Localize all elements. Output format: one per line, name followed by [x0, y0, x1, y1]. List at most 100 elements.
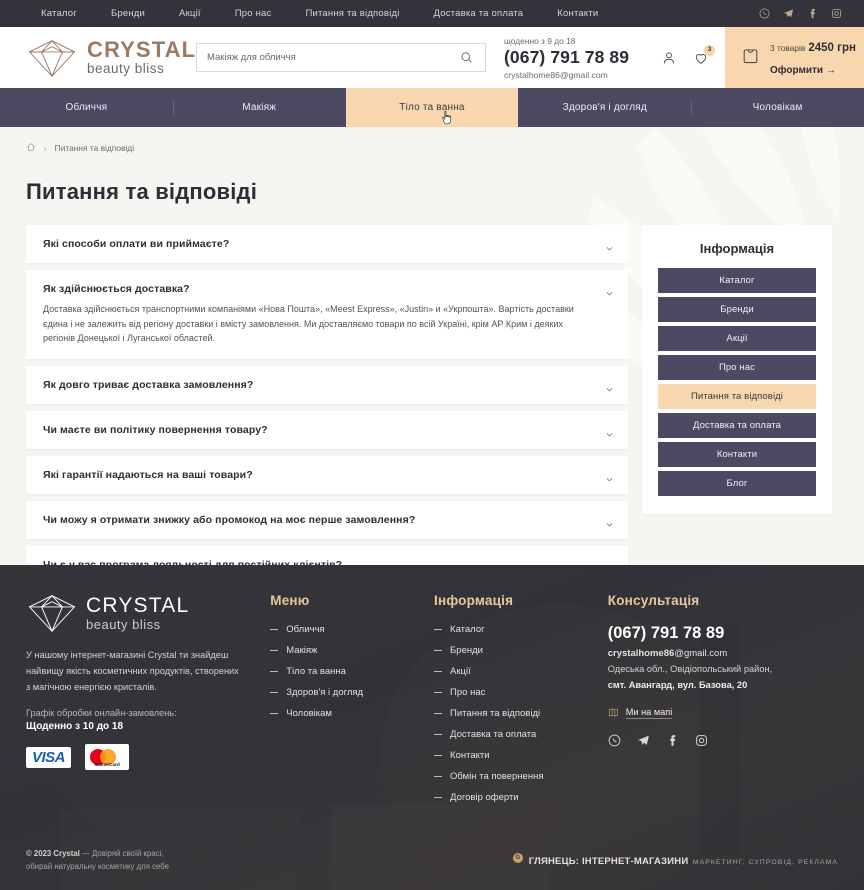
- agency-credit-text: ГЛЯНЕЦЬ: ІНТЕРНЕТ-МАГАЗИНИ МАРКЕТИНГ, СУ…: [529, 851, 838, 869]
- dash-icon: [270, 671, 279, 672]
- footer-menu-link-label: Здоров'я і догляд: [286, 687, 364, 698]
- sidebar-item-faq[interactable]: Питання та відповіді: [658, 384, 816, 409]
- footer-info-link-label: Обмін та повернення: [450, 771, 544, 782]
- footer-menu-link[interactable]: Здоров'я і догляд: [270, 687, 424, 698]
- topnav-item-6[interactable]: Контакти: [540, 8, 615, 19]
- topnav-item-2[interactable]: Акції: [162, 8, 218, 19]
- page-content: › Питання та відповіді Питання та відпов…: [0, 127, 864, 565]
- chevron-down-icon[interactable]: [605, 516, 614, 527]
- faq-item[interactable]: Чи можу я отримати знижку або промокод н…: [26, 500, 628, 539]
- footer-menu-link[interactable]: Тіло та ванна: [270, 666, 424, 677]
- search-box[interactable]: [196, 43, 486, 72]
- footer-info-link-label: Договір оферти: [450, 792, 519, 803]
- sidebar-item-akcii[interactable]: Акції: [658, 326, 816, 351]
- dash-icon: [434, 671, 443, 672]
- breadcrumb: › Питання та відповіді: [0, 127, 864, 157]
- telegram-icon[interactable]: [637, 734, 650, 747]
- footer-email[interactable]: crystalhome86@gmail.com: [608, 648, 727, 659]
- cart-item-count: 3 товарів: [770, 42, 806, 53]
- footer-menu-link-label: Обличчя: [286, 624, 325, 635]
- chevron-down-icon[interactable]: [605, 381, 614, 392]
- wishlist-button[interactable]: 3: [693, 44, 715, 66]
- logo-link[interactable]: CRYSTAL beauty bliss: [0, 27, 196, 88]
- faq-item[interactable]: Чи є у вас програма лояльності для пості…: [26, 545, 628, 565]
- footer-phone[interactable]: (067) 791 78 89: [608, 624, 725, 642]
- sidebar-item-blog[interactable]: Блог: [658, 471, 816, 496]
- topnav-item-4[interactable]: Питання та відповіді: [288, 8, 416, 19]
- diamond-logo-icon: [28, 594, 76, 633]
- chevron-down-icon[interactable]: [605, 240, 614, 251]
- mainnav-item-2[interactable]: Тіло та ванна: [345, 88, 519, 127]
- facebook-icon[interactable]: [666, 734, 679, 747]
- topnav-item-3[interactable]: Про нас: [218, 8, 289, 19]
- faq-item[interactable]: Як здійснюється доставка? Доставка здійс…: [26, 270, 628, 359]
- topnav-item-0[interactable]: Каталог: [24, 8, 94, 19]
- footer-menu-link[interactable]: Чоловікам: [270, 708, 424, 719]
- instagram-icon[interactable]: [831, 8, 842, 19]
- chevron-down-icon[interactable]: [605, 285, 614, 296]
- page-root: Каталог Бренди Акції Про нас Питання та …: [0, 0, 864, 890]
- footer-email-domain: @gmail.com: [674, 648, 728, 659]
- sidebar-item-dostavka[interactable]: Доставка та оплата: [658, 413, 816, 438]
- viber-icon[interactable]: [759, 8, 770, 19]
- dash-icon: [434, 755, 443, 756]
- search-button[interactable]: [458, 51, 475, 64]
- cart-checkout-link[interactable]: Оформити →: [770, 65, 836, 76]
- payment-methods: VISA MasterCard: [26, 744, 244, 771]
- sidebar-item-kontakty[interactable]: Контакти: [658, 442, 816, 467]
- footer-logo[interactable]: CRYSTAL beauty bliss: [26, 593, 244, 633]
- footer-menu-links: Обличчя Макіяж Тіло та ванна Здоров'я і …: [270, 624, 424, 719]
- footer-brand-column: CRYSTAL beauty bliss У нашому інтернет-м…: [26, 593, 270, 803]
- faq-item[interactable]: Які способи оплати ви приймаєте?: [26, 225, 628, 263]
- instagram-icon[interactable]: [695, 734, 708, 747]
- faq-item[interactable]: Які гарантії надаються на ваші товари?: [26, 455, 628, 494]
- footer-info-link[interactable]: Акції: [434, 666, 598, 677]
- footer-info-link[interactable]: Каталог: [434, 624, 598, 635]
- mainnav-item-3[interactable]: Здоров'я і догляд: [518, 88, 691, 127]
- footer-menu-link[interactable]: Обличчя: [270, 624, 424, 635]
- footer-info-link[interactable]: Питання та відповіді: [434, 708, 598, 719]
- sidebar-item-katalog[interactable]: Каталог: [658, 268, 816, 293]
- footer-menu-title: Меню: [270, 593, 310, 608]
- header-phone[interactable]: (067) 791 78 89: [504, 47, 629, 68]
- chevron-down-icon[interactable]: [605, 471, 614, 482]
- sidebar-links: Каталог Бренди Акції Про нас Питання та …: [658, 268, 816, 496]
- footer-info-link[interactable]: Контакти: [434, 750, 598, 761]
- dash-icon: [434, 797, 443, 798]
- search-input[interactable]: [207, 52, 458, 63]
- sidebar-item-pro-nas[interactable]: Про нас: [658, 355, 816, 380]
- footer-menu-link[interactable]: Макіяж: [270, 645, 424, 656]
- chevron-down-icon[interactable]: [605, 426, 614, 437]
- footer-consultation-title: Консультація: [607, 593, 700, 608]
- footer-info-link[interactable]: Обмін та повернення: [434, 771, 598, 782]
- footer-info-link[interactable]: Доставка та оплата: [434, 729, 598, 740]
- map-link[interactable]: Ми на мапі: [608, 707, 830, 719]
- cart-widget[interactable]: 3 товарів 2450 грн Оформити →: [725, 27, 864, 88]
- footer-info-link[interactable]: Бренди: [434, 645, 598, 656]
- topnav-item-5[interactable]: Доставка та оплата: [417, 8, 541, 19]
- viber-icon[interactable]: [608, 734, 621, 747]
- cart-bag-icon: [741, 46, 760, 70]
- agency-credit[interactable]: G ГЛЯНЕЦЬ: ІНТЕРНЕТ-МАГАЗИНИ МАРКЕТИНГ, …: [512, 851, 838, 869]
- header-email[interactable]: crystalhome86@gmail.com: [504, 70, 608, 80]
- telegram-icon[interactable]: [783, 8, 794, 19]
- account-button[interactable]: [661, 50, 677, 66]
- mainnav-item-4[interactable]: Чоловікам: [691, 88, 864, 127]
- mainnav-item-0[interactable]: Обличчя: [0, 88, 173, 127]
- facebook-icon[interactable]: [807, 8, 818, 19]
- mainnav-item-1[interactable]: Макіяж: [172, 88, 346, 127]
- user-icon: [663, 52, 675, 63]
- sidebar-item-brendy[interactable]: Бренди: [658, 297, 816, 322]
- home-icon[interactable]: [26, 139, 36, 157]
- faq-item[interactable]: Чи маєте ви політику повернення товару?: [26, 410, 628, 449]
- faq-item[interactable]: Як довго триває доставка замовлення?: [26, 365, 628, 404]
- footer-menu-column: Меню Обличчя Макіяж Тіло та ванна Здоров…: [270, 593, 434, 803]
- footer-menu-link-label: Макіяж: [286, 645, 318, 656]
- footer-info-link[interactable]: Договір оферти: [434, 792, 598, 803]
- footer-info-link-label: Бренди: [450, 645, 483, 656]
- footer-info-link[interactable]: Про нас: [434, 687, 598, 698]
- topnav-item-1[interactable]: Бренди: [94, 8, 162, 19]
- mastercard-icon: MasterCard: [85, 744, 130, 771]
- footer-columns: CRYSTAL beauty bliss У нашому інтернет-м…: [0, 565, 864, 803]
- site-header: CRYSTAL beauty bliss щоденно з 9 до 18 (…: [0, 27, 864, 88]
